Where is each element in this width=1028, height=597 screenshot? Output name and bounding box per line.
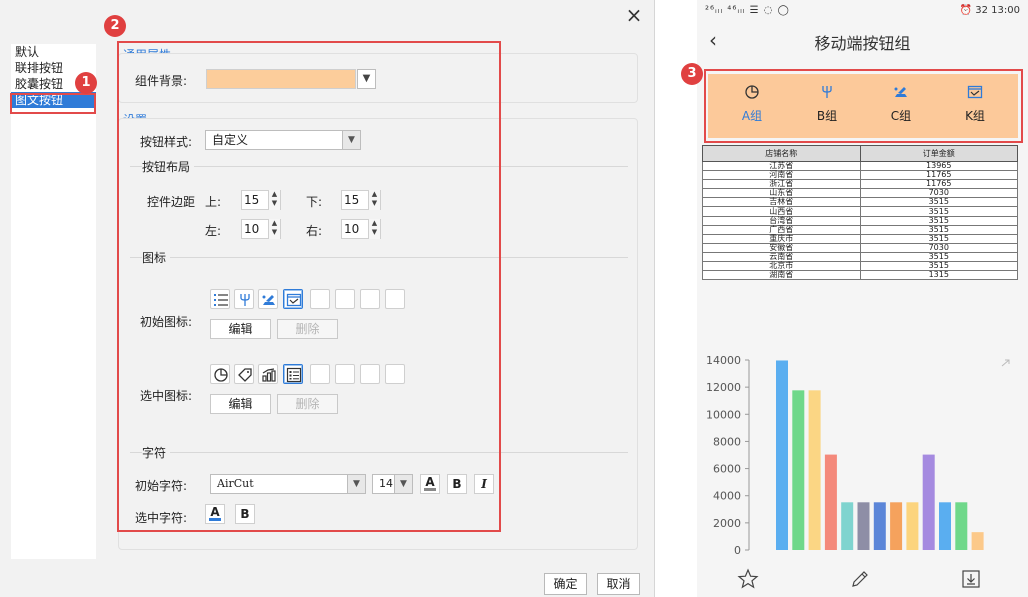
- pencil-icon[interactable]: [849, 568, 871, 590]
- table-row: 广西省 3515: [702, 224, 1018, 235]
- table-row: 台湾省 3515: [702, 215, 1018, 226]
- y-tick-label: 4000: [713, 490, 741, 503]
- y-tick-label: 10000: [706, 408, 741, 421]
- table-row: 重庆市 3515: [702, 233, 1018, 244]
- table-cell: 3515: [859, 215, 1018, 226]
- chart-bar[interactable]: [873, 502, 886, 550]
- table-row: 北京市 3515: [702, 261, 1018, 272]
- chart-bar[interactable]: [857, 502, 870, 550]
- y-tick-label: 8000: [713, 435, 741, 448]
- chart-bar[interactable]: [955, 502, 968, 550]
- close-icon[interactable]: ×: [624, 5, 644, 26]
- table-row: 河南省 11765: [702, 170, 1018, 181]
- highlight-box-1: [10, 93, 96, 114]
- y-tick-label: 14000: [706, 354, 741, 367]
- highlight-box-2: [117, 41, 501, 532]
- chart-bar[interactable]: [971, 532, 984, 550]
- y-tick-label: 0: [734, 544, 741, 557]
- chart-bar[interactable]: [824, 454, 837, 550]
- highlight-box-3: [704, 69, 1023, 143]
- chart-bar[interactable]: [808, 390, 821, 550]
- table-row: 山西省 3515: [702, 206, 1018, 217]
- table-cell: 1315: [859, 270, 1018, 281]
- y-tick-label: 6000: [713, 463, 741, 476]
- table-row: 云南省 3515: [702, 251, 1018, 263]
- chart-bar[interactable]: [792, 390, 805, 550]
- table-cell: 山西省: [702, 206, 861, 217]
- table-cell: 广西省: [702, 224, 861, 235]
- chart-bar[interactable]: [939, 502, 951, 550]
- table-row: 山东省 7030: [702, 188, 1018, 199]
- chart-bar[interactable]: [906, 502, 919, 550]
- table-cell: 重庆市: [702, 233, 861, 244]
- status-right: ⏰ 32 13:00: [959, 5, 1020, 16]
- table-cell: 3515: [859, 206, 1018, 217]
- status-left: ²⁶ᵢₗₗ ⁴⁶ᵢₗₗ ☰ ◌ ◯: [705, 5, 790, 16]
- download-icon[interactable]: [960, 568, 982, 590]
- table-cell: 台湾省: [702, 215, 861, 226]
- table-row: 吉林省 3515: [702, 197, 1018, 208]
- table-cell: 3515: [859, 224, 1018, 235]
- badge-3: 3: [681, 63, 703, 85]
- cancel-button[interactable]: 取消: [597, 573, 640, 595]
- table-row: 安徽省 7030: [702, 242, 1018, 253]
- table-cell: 湖南省: [702, 270, 861, 281]
- table-row: 江苏省 13965: [702, 160, 1018, 172]
- status-bar: ²⁶ᵢₗₗ ⁴⁶ᵢₗₗ ☰ ◌ ◯ ⏰ 32 13:00: [697, 0, 1028, 22]
- button-style-list: 默认 联排按钮 胶囊按钮 图文按钮: [11, 44, 96, 559]
- table-cell: 3515: [859, 233, 1018, 244]
- table-row: 浙江省 11765: [702, 179, 1018, 190]
- badge-2: 2: [104, 15, 126, 37]
- table-cell: 吉林省: [702, 197, 861, 208]
- y-tick-label: 2000: [713, 517, 741, 530]
- ok-button[interactable]: 确定: [544, 573, 587, 595]
- button-group-settings-dialog: × 默认 联排按钮 胶囊按钮 图文按钮 1 通用属性 组件背景: ▼ 设置 按钮…: [0, 0, 655, 597]
- style-item-default[interactable]: 默认: [11, 44, 96, 60]
- badge-1: 1: [75, 72, 97, 94]
- bar-chart: 14000 12000 10000 8000 6000 4000 2000 0: [706, 354, 1010, 557]
- star-icon[interactable]: [737, 568, 759, 590]
- table-header: 店铺名称: [702, 145, 861, 162]
- chart-bar[interactable]: [922, 454, 935, 550]
- page-title: 移动端按钮组: [814, 34, 911, 53]
- order-table: 店铺名称 订单金额 江苏省 13965 河南省 11765 浙江省 11765 山东省 703…: [702, 145, 1018, 281]
- chart-bar[interactable]: [890, 502, 903, 550]
- expand-arrow-icon[interactable]: [1001, 359, 1010, 367]
- y-tick-label: 12000: [706, 381, 741, 394]
- chart-bar[interactable]: [776, 360, 788, 550]
- table-cell: 3515: [859, 197, 1018, 208]
- table-header: 订单金额: [859, 145, 1018, 162]
- chart-bar[interactable]: [841, 502, 854, 550]
- table-row: 湖南省 1315: [702, 270, 1018, 281]
- bottom-toolbar: [697, 562, 1028, 597]
